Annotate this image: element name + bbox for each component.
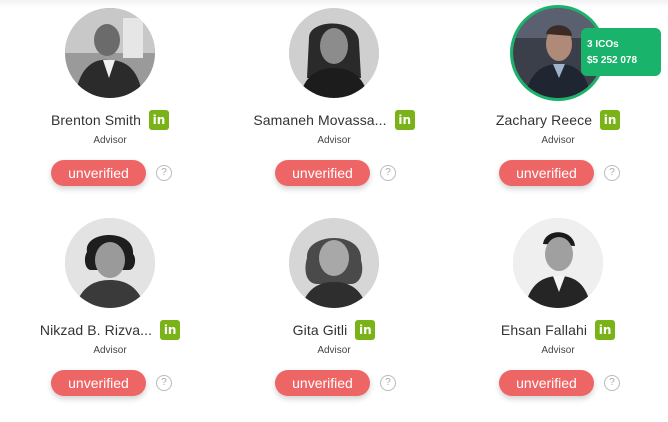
linkedin-icon[interactable]: in xyxy=(595,320,616,340)
ico-count: 3 ICOs xyxy=(587,39,619,50)
team-member-card: Samaneh Movassa... in Advisor unverified… xyxy=(224,0,444,200)
member-role: Advisor xyxy=(93,135,127,146)
linkedin-icon[interactable]: in xyxy=(149,110,169,130)
member-role: Advisor xyxy=(317,135,351,146)
linkedin-icon[interactable]: in xyxy=(394,110,415,130)
linkedin-icon[interactable]: in xyxy=(160,320,181,340)
member-name: Nikzad B. Rizva... xyxy=(39,322,153,338)
name-row: Gita Gitli in xyxy=(224,320,444,340)
member-role: Advisor xyxy=(93,345,127,356)
help-icon[interactable]: ? xyxy=(156,165,172,181)
help-icon[interactable]: ? xyxy=(604,375,620,391)
name-row: Zachary Reece in xyxy=(448,110,668,130)
member-name: Ehsan Fallahi xyxy=(500,322,588,338)
avatar[interactable] xyxy=(65,8,155,98)
help-icon[interactable]: ? xyxy=(380,375,396,391)
member-name: Gita Gitli xyxy=(292,322,348,338)
member-name: Brenton Smith xyxy=(50,112,141,128)
avatar[interactable] xyxy=(65,218,155,308)
member-name: Zachary Reece xyxy=(495,112,593,128)
team-member-card: Ehsan Fallahi in Advisor unverified ? xyxy=(448,210,668,410)
unverified-button[interactable]: unverified xyxy=(275,370,370,396)
name-row: Ehsan Fallahi in xyxy=(448,320,668,340)
unverified-button[interactable]: unverified xyxy=(51,160,146,186)
member-name: Samaneh Movassa... xyxy=(253,112,387,128)
name-row: Brenton Smith in xyxy=(0,110,220,130)
avatar[interactable] xyxy=(513,218,603,308)
team-member-card: Gita Gitli in Advisor unverified ? xyxy=(224,210,444,410)
avatar[interactable] xyxy=(289,8,379,98)
ico-stats-badge: 3 ICOs $5 252 078 xyxy=(581,28,661,76)
member-role: Advisor xyxy=(317,345,351,356)
unverified-button[interactable]: unverified xyxy=(51,370,146,396)
unverified-button[interactable]: unverified xyxy=(499,160,594,186)
member-role: Advisor xyxy=(541,135,575,146)
help-icon[interactable]: ? xyxy=(380,165,396,181)
help-icon[interactable]: ? xyxy=(604,165,620,181)
team-member-card: Brenton Smith in Advisor unverified ? xyxy=(0,0,220,200)
linkedin-icon[interactable]: in xyxy=(355,320,376,340)
team-page: Brenton Smith in Advisor unverified ? Sa… xyxy=(0,0,668,422)
linkedin-icon[interactable]: in xyxy=(600,110,621,130)
name-row: Samaneh Movassa... in xyxy=(224,110,444,130)
team-member-card: Nikzad B. Rizva... in Advisor unverified… xyxy=(0,210,220,410)
member-role: Advisor xyxy=(541,345,575,356)
ico-amount: $5 252 078 xyxy=(587,55,638,66)
unverified-button[interactable]: unverified xyxy=(275,160,370,186)
avatar[interactable] xyxy=(289,218,379,308)
unverified-button[interactable]: unverified xyxy=(499,370,594,396)
help-icon[interactable]: ? xyxy=(156,375,172,391)
name-row: Nikzad B. Rizva... in xyxy=(0,320,220,340)
